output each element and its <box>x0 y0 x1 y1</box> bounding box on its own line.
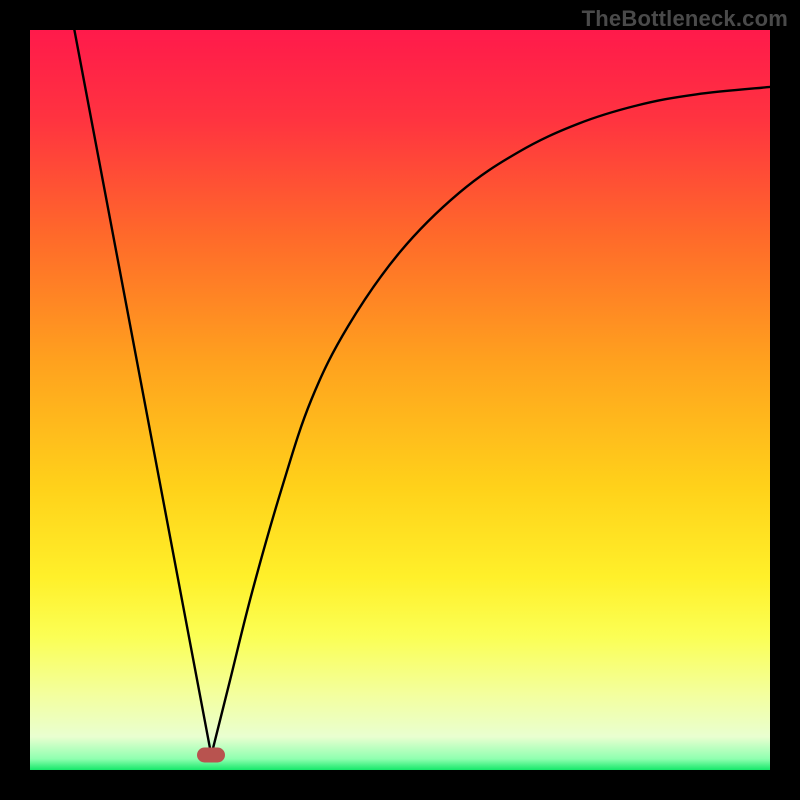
chart-frame: TheBottleneck.com <box>0 0 800 800</box>
curve-layer <box>30 30 770 770</box>
minimum-marker <box>197 748 225 763</box>
plot-area <box>30 30 770 770</box>
watermark-text: TheBottleneck.com <box>582 6 788 32</box>
gradient-background <box>30 30 770 770</box>
